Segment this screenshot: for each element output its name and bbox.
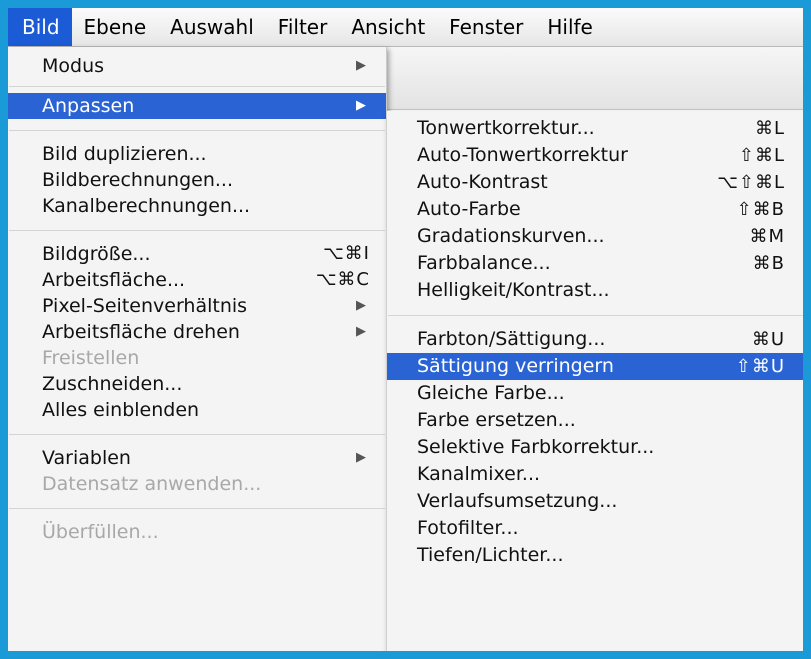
menu-item-label: Fotofilter... xyxy=(417,517,519,539)
submenu-item-saettigung-verringern[interactable]: Sättigung verringern ⇧⌘U xyxy=(387,353,803,380)
bild-menu: Modus ▶ Anpassen ▶ Bild duplizieren... B… xyxy=(8,47,387,651)
menu-filter[interactable]: Filter xyxy=(266,8,340,46)
menu-item-shortcut: ⌘B xyxy=(752,253,785,274)
menu-item-shortcut: ⌘L xyxy=(754,118,785,139)
menu-item-shortcut: ⌘M xyxy=(749,226,785,247)
menu-item-label: Verlaufsumsetzung... xyxy=(417,490,618,512)
submenu-arrow-icon: ▶ xyxy=(356,98,366,113)
submenu-item-verlaufsumsetzung[interactable]: Verlaufsumsetzung... xyxy=(387,488,803,515)
separator xyxy=(8,79,386,93)
separator xyxy=(8,497,386,519)
menu-item-label: Bildgröße... xyxy=(42,243,151,265)
submenu-item-gradationskurven[interactable]: Gradationskurven... ⌘M xyxy=(387,223,803,250)
menu-ebene[interactable]: Ebene xyxy=(72,8,159,46)
menu-item-label: Gleiche Farbe... xyxy=(417,382,565,404)
menu-item-shortcut: ⌥⌘C xyxy=(315,269,370,290)
submenu-item-fotofilter[interactable]: Fotofilter... xyxy=(387,515,803,542)
menu-item-bildgroesse[interactable]: Bildgröße... ⌥⌘I xyxy=(8,241,386,267)
menu-item-kanalberechnungen[interactable]: Kanalberechnungen... xyxy=(8,193,386,219)
menu-item-freistellen: Freistellen xyxy=(8,345,386,371)
menu-item-shortcut: ⌥⇧⌘L xyxy=(717,172,785,193)
menu-item-label: Bildberechnungen... xyxy=(42,169,234,191)
menu-item-label: Auto-Tonwertkorrektur xyxy=(417,144,628,166)
menu-item-label: Farbton/Sättigung... xyxy=(417,328,606,350)
submenu-item-auto-tonwertkorrektur[interactable]: Auto-Tonwertkorrektur ⇧⌘L xyxy=(387,142,803,169)
menu-item-arbeitsflaeche[interactable]: Arbeitsfläche... ⌥⌘C xyxy=(8,267,386,293)
menu-item-label: Tiefen/Lichter... xyxy=(417,544,564,566)
menu-item-label: Freistellen xyxy=(42,347,140,369)
submenu-arrow-icon: ▶ xyxy=(356,450,366,465)
menu-item-label: Arbeitsfläche drehen xyxy=(42,321,240,343)
menu-item-label: Auto-Farbe xyxy=(417,198,521,220)
submenu-item-tiefen-lichter[interactable]: Tiefen/Lichter... xyxy=(387,542,803,569)
menu-item-pixel-seitenverhaeltnis[interactable]: Pixel-Seitenverhältnis ▶ xyxy=(8,293,386,319)
menu-item-shortcut: ⌥⌘I xyxy=(322,243,370,264)
menu-bild[interactable]: Bild xyxy=(8,8,72,46)
menu-item-shortcut: ⇧⌘B xyxy=(736,199,785,220)
separator xyxy=(387,304,803,326)
menu-auswahl[interactable]: Auswahl xyxy=(158,8,266,46)
submenu-arrow-icon: ▶ xyxy=(356,58,366,73)
menu-item-shortcut: ⇧⌘L xyxy=(738,145,785,166)
menu-item-label: Pixel-Seitenverhältnis xyxy=(42,295,248,317)
menu-item-label: Tonwertkorrektur... xyxy=(417,117,595,139)
menu-item-label: Modus xyxy=(42,55,105,77)
menu-item-variablen[interactable]: Variablen ▶ xyxy=(8,445,386,471)
submenu-item-helligkeit-kontrast[interactable]: Helligkeit/Kontrast... xyxy=(387,277,803,304)
submenu-item-auto-farbe[interactable]: Auto-Farbe ⇧⌘B xyxy=(387,196,803,223)
menu-item-label: Datensatz anwenden... xyxy=(42,473,262,495)
menu-ansicht[interactable]: Ansicht xyxy=(339,8,437,46)
menu-item-label: Kanalmixer... xyxy=(417,463,541,485)
submenu-item-farbe-ersetzen[interactable]: Farbe ersetzen... xyxy=(387,407,803,434)
menu-item-datensatz-anwenden: Datensatz anwenden... xyxy=(8,471,386,497)
menu-bar: Bild Ebene Auswahl Filter Ansicht Fenste… xyxy=(8,8,803,47)
menu-item-label: Gradationskurven... xyxy=(417,225,605,247)
menu-item-label: Selektive Farbkorrektur... xyxy=(417,436,655,458)
submenu-item-tonwertkorrektur[interactable]: Tonwertkorrektur... ⌘L xyxy=(387,115,803,142)
separator xyxy=(8,219,386,241)
menu-hilfe[interactable]: Hilfe xyxy=(535,8,605,46)
menu-item-label: Überfüllen... xyxy=(42,521,159,543)
menu-item-arbeitsflaeche-drehen[interactable]: Arbeitsfläche drehen ▶ xyxy=(8,319,386,345)
submenu-item-selektive-farbkorrektur[interactable]: Selektive Farbkorrektur... xyxy=(387,434,803,461)
screenshot-frame: Bild Ebene Auswahl Filter Ansicht Fenste… xyxy=(8,8,803,651)
menu-item-label: Variablen xyxy=(42,447,131,469)
menu-item-zuschneiden[interactable]: Zuschneiden... xyxy=(8,371,386,397)
background-area xyxy=(370,47,803,110)
submenu-item-gleiche-farbe[interactable]: Gleiche Farbe... xyxy=(387,380,803,407)
menu-item-bildberechnungen[interactable]: Bildberechnungen... xyxy=(8,167,386,193)
menu-item-modus[interactable]: Modus ▶ xyxy=(8,53,386,79)
menu-item-anpassen[interactable]: Anpassen ▶ xyxy=(8,93,386,119)
menu-item-shortcut: ⇧⌘U xyxy=(735,356,785,377)
menu-item-label: Anpassen xyxy=(42,95,135,117)
submenu-arrow-icon: ▶ xyxy=(356,298,366,313)
menu-item-label: Sättigung verringern xyxy=(417,355,614,377)
menu-item-label: Zuschneiden... xyxy=(42,373,183,395)
submenu-item-farbton-saettigung[interactable]: Farbton/Sättigung... ⌘U xyxy=(387,326,803,353)
menu-item-label: Arbeitsfläche... xyxy=(42,269,186,291)
menu-fenster[interactable]: Fenster xyxy=(437,8,535,46)
menu-item-alles-einblenden[interactable]: Alles einblenden xyxy=(8,397,386,423)
menu-item-label: Farbe ersetzen... xyxy=(417,409,576,431)
menu-item-label: Auto-Kontrast xyxy=(417,171,548,193)
anpassen-submenu: Tonwertkorrektur... ⌘L Auto-Tonwertkorre… xyxy=(386,111,803,651)
menu-item-label: Helligkeit/Kontrast... xyxy=(417,279,610,301)
menu-item-ueberfuellen: Überfüllen... xyxy=(8,519,386,545)
menu-item-shortcut: ⌘U xyxy=(751,329,785,350)
menu-item-bild-duplizieren[interactable]: Bild duplizieren... xyxy=(8,141,386,167)
separator xyxy=(8,119,386,141)
submenu-arrow-icon: ▶ xyxy=(356,324,366,339)
separator xyxy=(8,423,386,445)
submenu-item-farbbalance[interactable]: Farbbalance... ⌘B xyxy=(387,250,803,277)
menu-item-label: Bild duplizieren... xyxy=(42,143,207,165)
submenu-item-kanalmixer[interactable]: Kanalmixer... xyxy=(387,461,803,488)
menu-item-label: Farbbalance... xyxy=(417,252,551,274)
menu-item-label: Kanalberechnungen... xyxy=(42,195,251,217)
submenu-item-auto-kontrast[interactable]: Auto-Kontrast ⌥⇧⌘L xyxy=(387,169,803,196)
menu-item-label: Alles einblenden xyxy=(42,399,200,421)
